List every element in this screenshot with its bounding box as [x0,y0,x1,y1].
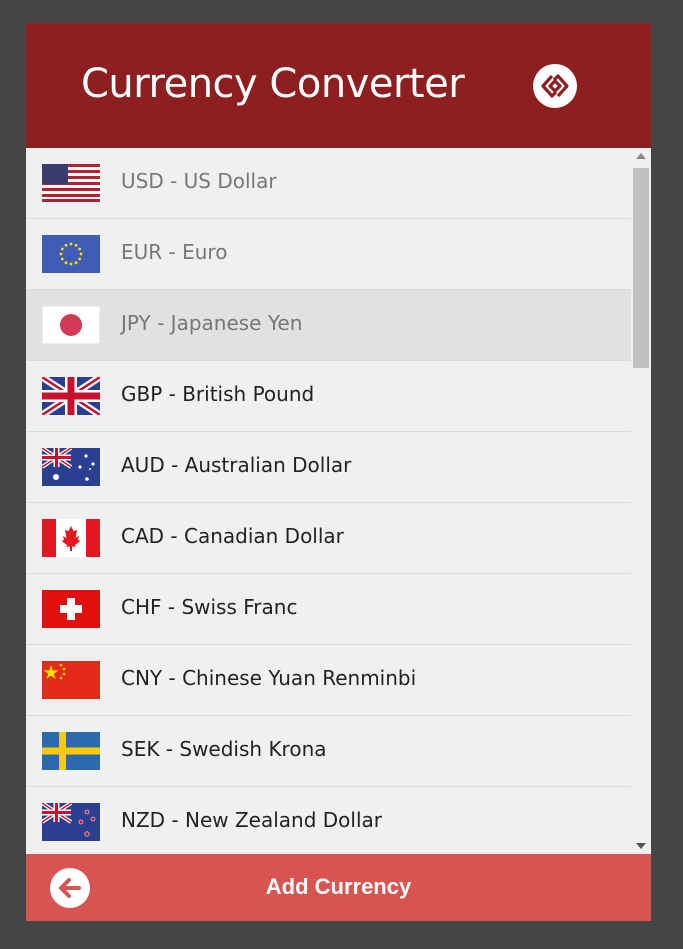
au-flag-icon [42,448,100,486]
cn-flag-icon [42,661,100,699]
se-flag-icon [42,732,100,770]
jp-flag-icon [42,306,100,344]
currency-row-aud[interactable]: AUD - Australian Dollar [26,432,631,503]
us-flag-icon [42,164,100,202]
currency-row-cny[interactable]: CNY - Chinese Yuan Renminbi [26,645,631,716]
currency-label: GBP - British Pound [121,382,315,406]
currency-label: EUR - Euro [121,240,228,264]
currency-row-nzd[interactable]: NZD - New Zealand Dollar [26,787,631,854]
currency-row-sek[interactable]: SEK - Swedish Krona [26,716,631,787]
currency-label: CHF - Swiss Franc [121,595,298,619]
ca-flag-icon [42,519,100,557]
scroll-down-arrow-icon[interactable] [636,843,646,849]
currency-row-gbp[interactable]: GBP - British Pound [26,361,631,432]
gb-flag-icon [42,377,100,415]
currency-label: JPY - Japanese Yen [121,311,303,335]
currency-label: CAD - Canadian Dollar [121,524,344,548]
currency-list: USD - US Dollar EUR - Euro JPY - Japanes… [26,148,631,854]
currency-row-usd[interactable]: USD - US Dollar [26,148,631,219]
currency-label: SEK - Swedish Krona [121,737,327,761]
ch-flag-icon [42,590,100,628]
currency-row-jpy[interactable]: JPY - Japanese Yen [26,290,631,361]
scroll-up-arrow-icon[interactable] [636,153,646,159]
converter-logo-icon [533,64,577,108]
currency-label: AUD - Australian Dollar [121,453,352,477]
currency-label: CNY - Chinese Yuan Renminbi [121,666,417,690]
currency-row-cad[interactable]: CAD - Canadian Dollar [26,503,631,574]
app-title: Currency Converter [81,61,465,107]
currency-row-eur[interactable]: EUR - Euro [26,219,631,290]
scrollbar-thumb[interactable] [633,168,649,368]
header: Currency Converter [26,23,651,148]
currency-label: NZD - New Zealand Dollar [121,808,383,832]
add-currency-bar[interactable]: Add Currency [26,854,651,921]
eu-flag-icon [42,235,100,273]
currency-row-chf[interactable]: CHF - Swiss Franc [26,574,631,645]
nz-flag-icon [42,803,100,841]
currency-label: USD - US Dollar [121,169,277,193]
currency-converter-app: Currency Converter USD - US Dollar EUR -… [26,23,651,921]
list-scrollbar[interactable] [631,148,651,854]
add-currency-button[interactable]: Add Currency [26,874,651,900]
